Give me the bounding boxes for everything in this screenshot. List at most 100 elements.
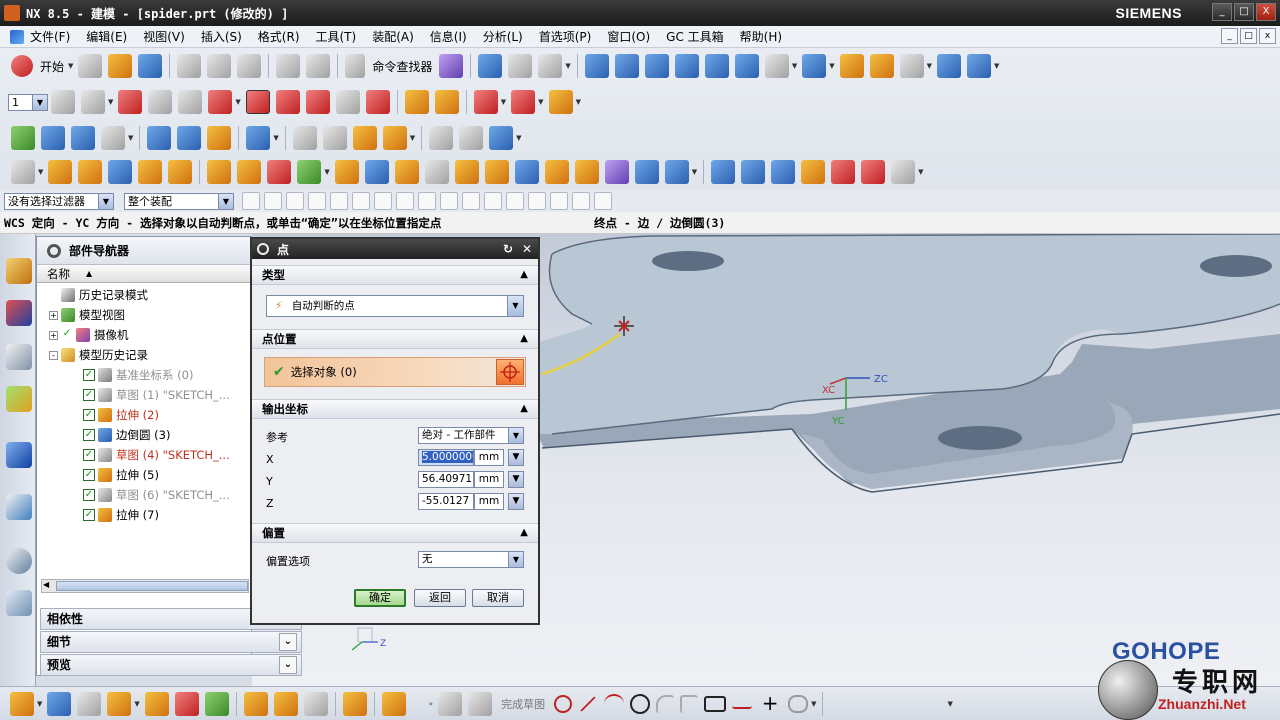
measure-length-icon[interactable]: [548, 90, 573, 114]
block-icon[interactable]: [108, 160, 133, 184]
grid-icon[interactable]: [352, 126, 377, 150]
classify-dropdown-icon[interactable]: ▼: [565, 62, 570, 70]
body-rule-icon[interactable]: [374, 192, 392, 210]
redo-icon[interactable]: [306, 54, 331, 78]
datum-plane-icon[interactable]: [118, 90, 143, 114]
spreadsheet-icon[interactable]: [71, 126, 95, 150]
visibility-checkbox[interactable]: ✓: [83, 429, 95, 441]
sequence-icon[interactable]: [303, 691, 328, 716]
expressions-icon[interactable]: [41, 126, 65, 150]
x-spinner-button[interactable]: ▼: [508, 449, 524, 466]
wcs-dynamic-icon[interactable]: [275, 90, 300, 114]
chevron-down-icon[interactable]: ▼: [32, 94, 47, 110]
circle-icon[interactable]: [630, 693, 651, 714]
wcs-display-icon[interactable]: [335, 90, 360, 114]
collapse-icon[interactable]: ▲: [520, 524, 528, 542]
undo-icon[interactable]: [276, 54, 301, 78]
z-spinner-button[interactable]: ▼: [508, 493, 524, 510]
visibility-checkbox[interactable]: ✓: [83, 449, 95, 461]
boolean-dropdown-icon[interactable]: ▼: [324, 168, 329, 176]
group-point-location[interactable]: 点位置 ▲: [252, 329, 538, 349]
collapse-icon[interactable]: ▲: [520, 266, 528, 284]
chevron-down-icon[interactable]: ⌄: [279, 633, 297, 651]
exploded-view-icon[interactable]: [273, 691, 298, 716]
make-corner-icon[interactable]: [890, 692, 914, 716]
arc-icon[interactable]: [604, 693, 625, 714]
rectangle-select-icon[interactable]: [330, 192, 348, 210]
reset-icon[interactable]: ↻: [500, 241, 516, 257]
collapse-icon[interactable]: -: [49, 350, 58, 360]
component-pattern-icon[interactable]: [107, 691, 132, 716]
close-button[interactable]: X: [1256, 3, 1276, 21]
visibility-checkbox[interactable]: ✓: [61, 329, 73, 341]
scroll-left-icon[interactable]: ◀: [43, 580, 49, 589]
rotate-icon[interactable]: [704, 54, 729, 78]
visibility-checkbox[interactable]: ✓: [83, 509, 95, 521]
show-hide-icon[interactable]: [508, 54, 533, 78]
orient-view-dropdown-icon[interactable]: ▼: [829, 62, 834, 70]
measure-dropdown-icon[interactable]: ▼: [538, 98, 543, 106]
collapse-icon[interactable]: ▲: [520, 330, 528, 348]
tree-item[interactable]: ✓ 拉伸 (5): [37, 465, 251, 485]
x-coordinate-input[interactable]: 5.0000000: [418, 449, 474, 466]
open-folder-icon[interactable]: [108, 54, 133, 78]
component-dropdown-icon[interactable]: ▼: [134, 700, 139, 708]
menu-view[interactable]: 视图(V): [143, 28, 185, 45]
details-panel[interactable]: 细节 ⌄: [40, 631, 302, 653]
sketch-dropdown-icon[interactable]: ▼: [38, 168, 43, 176]
measure-distance-icon[interactable]: [511, 90, 536, 114]
hole-icon[interactable]: [138, 160, 163, 184]
perspective-icon[interactable]: [734, 54, 759, 78]
finish-sketch-icon[interactable]: [468, 691, 493, 716]
trim-body-icon[interactable]: [334, 160, 359, 184]
assembly-navigator-icon[interactable]: [6, 258, 32, 284]
render-style-dropdown-icon[interactable]: ▼: [792, 62, 797, 70]
expand-icon[interactable]: +: [49, 330, 58, 340]
scrollbar-thumb[interactable]: [56, 581, 248, 591]
gear-icon[interactable]: [257, 243, 269, 255]
feature-selection-icon[interactable]: [286, 192, 304, 210]
chevron-down-icon[interactable]: ▼: [98, 193, 113, 209]
tree-item[interactable]: ✓ 基准坐标系 (0): [37, 365, 251, 385]
chevron-down-icon[interactable]: ▼: [507, 296, 523, 316]
dimension-dropdown-icon[interactable]: ▼: [947, 700, 952, 708]
tree-item[interactable]: ✓ 拉伸 (7): [37, 505, 251, 525]
part-navigator-icon[interactable]: [6, 344, 32, 370]
face-rule-icon[interactable]: [352, 192, 370, 210]
wcs-axes-dropdown-icon[interactable]: ▼: [128, 134, 133, 142]
offset-option-select[interactable]: 无 ▼: [418, 551, 524, 568]
control-point-icon[interactable]: [462, 192, 480, 210]
chamfer-icon[interactable]: [424, 160, 449, 184]
copy-icon[interactable]: [207, 54, 232, 78]
extract-geometry-icon[interactable]: [664, 160, 689, 184]
pattern-feature-icon[interactable]: [604, 160, 629, 184]
move-dropdown-icon[interactable]: ▼: [501, 98, 506, 106]
y-spinner-button[interactable]: ▼: [508, 471, 524, 488]
point-dropdown-icon[interactable]: ▼: [235, 98, 240, 106]
mid-point-icon[interactable]: [440, 192, 458, 210]
show-degrees-icon[interactable]: [204, 691, 229, 716]
thread-icon[interactable]: [207, 126, 232, 150]
visibility-checkbox[interactable]: ✓: [83, 409, 95, 421]
point-sketch-icon[interactable]: +: [758, 692, 782, 716]
point-on-face-icon[interactable]: [594, 192, 612, 210]
menu-analysis[interactable]: 分析(L): [483, 28, 523, 45]
tube-icon[interactable]: [177, 126, 202, 150]
start-icon[interactable]: [11, 55, 33, 77]
reference-select[interactable]: 绝对 - 工作部件 ▼: [418, 427, 524, 444]
assembly-icon[interactable]: [10, 691, 34, 716]
part-list-icon[interactable]: [489, 126, 514, 150]
rectangle-icon[interactable]: [704, 695, 727, 712]
column-header-name[interactable]: 名称 ▲: [37, 265, 251, 283]
pattern-icon[interactable]: [382, 126, 407, 150]
wcs-axes-icon[interactable]: [101, 126, 125, 150]
layer-combo[interactable]: 1 ▼: [8, 93, 48, 111]
snap-point-icon[interactable]: [396, 192, 414, 210]
bridge-surface-icon[interactable]: [831, 160, 856, 184]
save-icon[interactable]: [138, 54, 163, 78]
add-component-icon[interactable]: [47, 691, 72, 716]
maximize-button[interactable]: □: [1234, 3, 1254, 21]
pocket-icon[interactable]: [237, 160, 262, 184]
orient-view-icon[interactable]: [802, 54, 827, 78]
layer-settings-icon[interactable]: [869, 54, 894, 78]
